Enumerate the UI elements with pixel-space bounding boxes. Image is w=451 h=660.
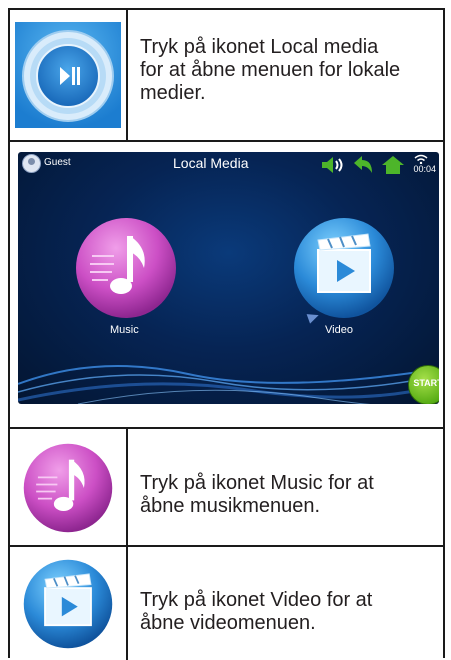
clock: 00:04: [413, 164, 436, 174]
text-line: åbne videomenuen.: [140, 612, 316, 634]
back-icon[interactable]: [352, 156, 374, 174]
icon-cell: [10, 429, 128, 545]
home-icon[interactable]: [382, 156, 404, 174]
video-icon: [23, 559, 113, 649]
wifi-icon: [414, 154, 428, 164]
screen-title: Local Media: [173, 155, 249, 171]
row-screenshot: Guest Local Media 00:04 Music Video STAR: [10, 142, 443, 429]
text-line: åbne musikmenuen.: [140, 495, 321, 517]
icon-cell: [10, 547, 128, 660]
icon-cell: [10, 10, 128, 140]
text-line: Tryk på ikonet Local media: [140, 36, 379, 58]
wave-decoration: [18, 365, 439, 404]
text-line: medier.: [140, 82, 206, 104]
local-media-screenshot: Guest Local Media 00:04 Music Video STAR: [18, 152, 439, 404]
instruction-text: Tryk på ikonet Music for at åbne musikme…: [140, 472, 435, 518]
local-media-icon: [15, 22, 121, 128]
music-icon: [23, 443, 113, 533]
avatar[interactable]: [22, 154, 41, 173]
text-line: Tryk på ikonet Video for at: [140, 589, 373, 611]
start-button[interactable]: START: [408, 365, 439, 404]
instruction-text: Tryk på ikonet Video for at åbne videome…: [140, 589, 435, 635]
speaker-icon[interactable]: [321, 157, 347, 173]
row-music: Tryk på ikonet Music for at åbne musikme…: [10, 429, 443, 547]
instruction-table: Tryk på ikonet Local media for at åbne m…: [8, 8, 445, 660]
manual-page: Tryk på ikonet Local media for at åbne m…: [0, 0, 451, 660]
music-label: Music: [110, 324, 139, 336]
text-line: for at åbne menuen for lokale: [140, 59, 401, 81]
row-local-media: Tryk på ikonet Local media for at åbne m…: [10, 10, 443, 142]
text-line: Tryk på ikonet Music for at: [140, 472, 374, 494]
video-label: Video: [325, 324, 353, 336]
start-label: START: [413, 378, 439, 388]
video-icon[interactable]: [292, 216, 396, 320]
user-name: Guest: [44, 157, 71, 168]
row-video: Tryk på ikonet Video for at åbne videome…: [10, 547, 443, 660]
music-icon[interactable]: [74, 216, 178, 320]
instruction-text: Tryk på ikonet Local media for at åbne m…: [140, 36, 435, 105]
